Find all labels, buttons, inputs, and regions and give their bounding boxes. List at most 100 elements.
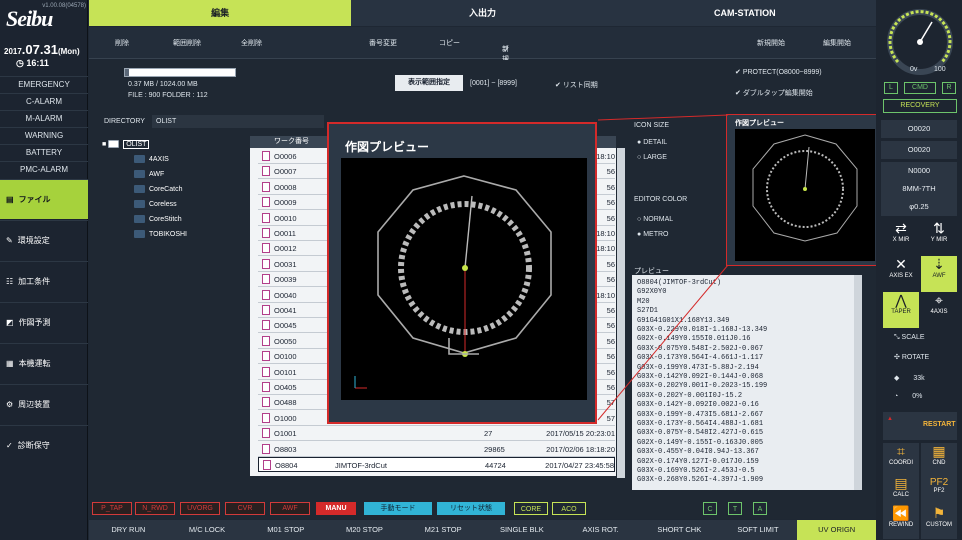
mc-lock-button[interactable]: M/C LOCK (168, 520, 247, 540)
alarm-warning[interactable]: WARNING (0, 127, 88, 143)
manual-mode-indicator[interactable]: 手動モード (364, 502, 432, 515)
tree-root[interactable]: ■ OLIST (102, 139, 150, 149)
copy-button[interactable]: コピー (439, 38, 460, 48)
m20-stop-button[interactable]: M20 STOP (325, 520, 404, 540)
alarm-emergency[interactable]: EMERGENCY (0, 76, 88, 92)
a-indicator[interactable]: A (753, 502, 767, 515)
tree-folder[interactable]: CoreStitch (134, 215, 182, 223)
menu-drawing-prediction[interactable]: ◩ 作図予測 (0, 302, 88, 342)
work-date: 2017/05/15 20:23:01 (546, 429, 615, 439)
tab-edit[interactable]: 編集 (89, 0, 352, 26)
small-preview-title: 作図プレビュー (735, 120, 784, 127)
custom-button[interactable]: ⚑ CUSTOM (921, 505, 957, 539)
preview-connector (597, 114, 729, 421)
work-number: O0045 (274, 321, 297, 331)
single-blk-button[interactable]: SINGLE BLK (483, 520, 562, 540)
tree-folder[interactable]: TOBIKOSHI (134, 230, 187, 238)
status-cvr[interactable]: CVR (225, 502, 265, 515)
y-mirror-button[interactable]: ⇅ Y MIR (921, 220, 957, 256)
coordinate-button[interactable]: ⌗ COORDI (883, 443, 919, 479)
display-range-button[interactable]: 表示範囲指定 (395, 75, 463, 91)
manu-indicator[interactable]: MANU (316, 502, 356, 515)
alarm-m[interactable]: M-ALARM (0, 110, 88, 126)
x-mirror-button[interactable]: ⇄ X MIR (883, 220, 919, 256)
rewind-button[interactable]: ⏪ REWIND (883, 505, 919, 539)
file-icon (262, 243, 270, 254)
new-start-button[interactable]: 新規開始 (757, 38, 785, 48)
table-row[interactable]: O8804 JIMTOF-3rdCut 44724 2017/04/27 23:45:… (258, 457, 615, 472)
axis-rot-button[interactable]: AXIS ROT. (561, 520, 640, 540)
work-number: O0006 (274, 152, 297, 161)
work-number: O0009 (274, 198, 297, 208)
status-uvorg[interactable]: UVORG (180, 502, 220, 515)
axis-ex-button[interactable]: ✕ AXIS EX (883, 256, 919, 292)
gear-icon: ⚙ (6, 400, 14, 409)
time-display: ◷ 16:11 (16, 58, 49, 68)
folder-icon (134, 170, 145, 178)
work-number: O0010 (274, 213, 297, 223)
recovery-button[interactable]: RECOVERY (883, 99, 957, 113)
menu-file[interactable]: ▤ ファイル (0, 179, 88, 219)
reset-state-indicator[interactable]: リセット状態 (437, 502, 505, 515)
menu-env-settings[interactable]: ✎ 環境設定 (0, 220, 88, 260)
protect-checkbox[interactable]: ✔ PROTECT(O8000~8999) (735, 68, 822, 76)
memory-bar (124, 68, 236, 77)
menu-diagnostics[interactable]: ✓ 診断保守 (0, 425, 88, 465)
tab-cam-station[interactable]: CAM-STATION (614, 0, 876, 26)
menu-machine-operation[interactable]: ▦ 本機運転 (0, 343, 88, 383)
4axis-button[interactable]: ⌖ 4AXIS (921, 292, 957, 328)
wrench-icon: ✎ (6, 236, 13, 245)
machine-icon: ▦ (6, 359, 14, 368)
tab-io[interactable]: 入出力 (351, 0, 613, 26)
directory-field[interactable]: OLIST (152, 115, 324, 128)
file-icon (262, 151, 270, 161)
l-indicator[interactable]: L (884, 82, 898, 94)
c-indicator[interactable]: C (703, 502, 717, 515)
aco-indicator[interactable]: ACO (552, 502, 586, 515)
awf-button[interactable]: ⇣ AWF (921, 256, 957, 292)
m01-stop-button[interactable]: M01 STOP (246, 520, 325, 540)
edit-start-button[interactable]: 編集開始 (823, 38, 851, 48)
cmd-indicator[interactable]: CMD (904, 82, 936, 94)
r-indicator[interactable]: R (942, 82, 956, 94)
soft-limit-button[interactable]: SOFT LIMIT (719, 520, 798, 540)
dry-run-button[interactable]: DRY RUN (89, 520, 168, 540)
alarm-pmc[interactable]: PMC-ALARM (0, 161, 88, 177)
t-indicator[interactable]: T (728, 502, 742, 515)
alarm-c[interactable]: C-ALARM (0, 93, 88, 109)
status-awf[interactable]: AWF (270, 502, 310, 515)
delete-all-button[interactable]: 全削除 (241, 38, 262, 48)
work-number: O0008 (274, 182, 297, 192)
table-row[interactable]: O1001 27 2017/05/15 20:23:01 (258, 426, 615, 442)
tree-folder[interactable]: AWF (134, 170, 164, 178)
folder-icon (134, 215, 145, 223)
check-icon: ✔ (735, 69, 743, 76)
alarm-battery[interactable]: BATTERY (0, 144, 88, 160)
tree-folder[interactable]: Coreless (134, 200, 177, 208)
rename-button[interactable]: 番号変更 (369, 38, 397, 48)
uv-origin-button[interactable]: UV ORIGN (797, 520, 877, 540)
short-chk-button[interactable]: SHORT CHK (640, 520, 719, 540)
tree-folder[interactable]: 4AXIS (134, 155, 169, 163)
status-n-rwd[interactable]: N_RWD (135, 502, 175, 515)
taper-button[interactable]: ⋀ TAPER (883, 292, 919, 328)
menu-peripherals[interactable]: ⚙ 周辺装置 (0, 384, 88, 424)
folder-icon (134, 185, 145, 193)
tree-folder[interactable]: CoreCatch (134, 185, 182, 193)
file-icon (262, 366, 270, 377)
list-sync-checkbox[interactable]: ✔ リスト同期 (555, 80, 598, 90)
delete-button[interactable]: 削除 (115, 38, 129, 48)
status-p-tap[interactable]: P_TAP (92, 502, 132, 515)
restart-button[interactable]: RESTART (923, 421, 956, 428)
double-tap-checkbox[interactable]: ✔ ダブルタップ編集開始 (735, 88, 813, 98)
menu-machining-conditions[interactable]: ☷ 加工条件 (0, 261, 88, 301)
check-icon: ✓ (6, 441, 13, 450)
core-indicator[interactable]: CORE (514, 502, 548, 515)
table-row[interactable]: O8803 29865 2017/02/06 18:18:20 (258, 442, 615, 457)
memory-usage: 0.37 MB / 1024.00 MB (128, 81, 198, 88)
m21-stop-button[interactable]: M21 STOP (404, 520, 483, 540)
range-delete-button[interactable]: 範囲削除 (173, 38, 201, 48)
clock-icon: ◷ (16, 58, 27, 68)
code-scrollbar[interactable] (854, 275, 862, 490)
cnd-button[interactable]: ▦ CND (921, 443, 957, 479)
